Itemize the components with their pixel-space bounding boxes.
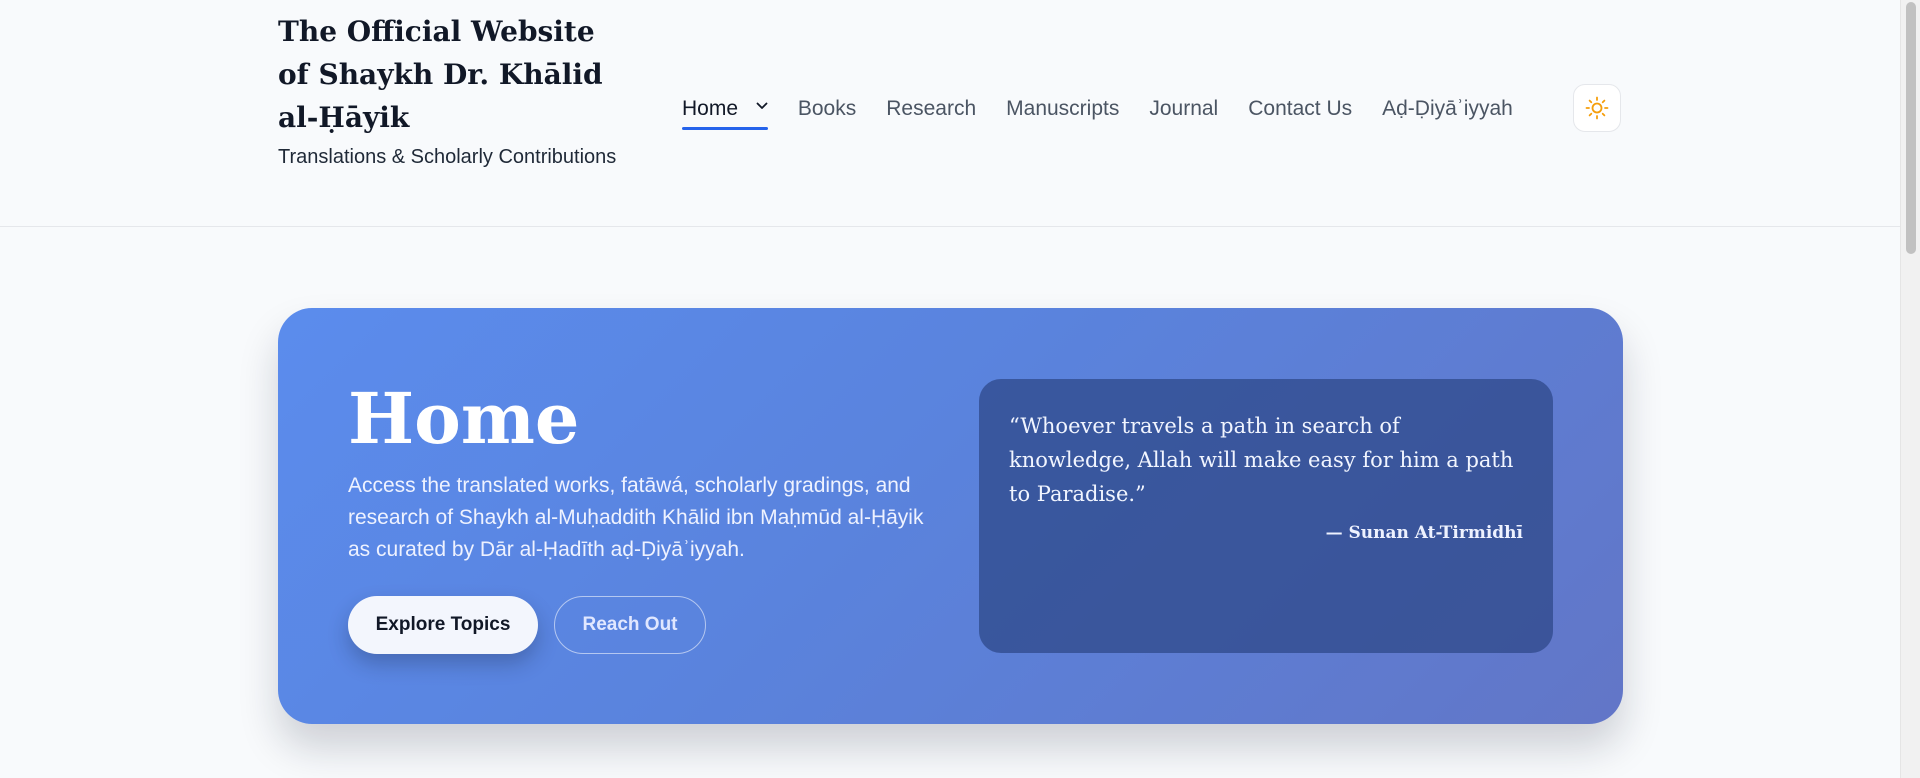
brand[interactable]: The Official Website of Shaykh Dr. Khāli…	[278, 10, 618, 173]
quote-text: “Whoever travels a path in search of kno…	[1009, 414, 1514, 506]
nav-item-ad-diyaiyyah[interactable]: Aḍ-Ḍiyāʾiyyah	[1382, 88, 1513, 142]
explore-topics-button[interactable]: Explore Topics	[348, 596, 538, 654]
nav-item-label: Manuscripts	[1006, 97, 1120, 120]
quote-source: — Sunan At-Tirmidhī	[1325, 523, 1523, 543]
nav-item-label: Journal	[1149, 97, 1219, 120]
page-scrollbar[interactable]	[1900, 0, 1920, 778]
scrollbar-thumb[interactable]	[1906, 2, 1916, 254]
nav-item-manuscripts[interactable]: Manuscripts	[1006, 88, 1119, 142]
site-header: The Official Website of Shaykh Dr. Khāli…	[0, 0, 1900, 227]
site-title[interactable]: The Official Website of Shaykh Dr. Khāli…	[278, 10, 618, 139]
hero-title: Home	[348, 377, 580, 460]
page: The Official Website of Shaykh Dr. Khāli…	[0, 0, 1920, 778]
nav-item-research[interactable]: Research	[886, 88, 976, 142]
nav-item-label: Aḍ-Ḍiyāʾiyyah	[1382, 97, 1513, 120]
nav-item-journal[interactable]: Journal	[1149, 88, 1218, 142]
hero-description: Access the translated works, fatāwá, sch…	[348, 474, 924, 561]
nav-item-label: Contact Us	[1248, 97, 1353, 120]
nav-item-label: Books	[797, 97, 857, 120]
nav-item-label: Home	[682, 97, 739, 120]
chevron-down-icon[interactable]	[756, 100, 768, 112]
nav-item-contact-us[interactable]: Contact Us	[1248, 88, 1352, 142]
sun-icon	[1585, 96, 1609, 120]
site-subtitle: Translations & Scholarly Contributions	[278, 146, 617, 168]
nav-item-books[interactable]: Books	[798, 88, 856, 142]
hero-section: Home Access the translated works, fatāwá…	[278, 308, 1623, 724]
theme-toggle-button[interactable]	[1573, 84, 1621, 132]
nav-item-home[interactable]: Home	[682, 88, 768, 142]
nav-item-label: Research	[886, 97, 977, 120]
main-nav: Home Books Research Manuscripts Journal …	[682, 88, 1543, 144]
reach-out-button[interactable]: Reach Out	[554, 596, 706, 654]
quote-card: “Whoever travels a path in search of kno…	[979, 379, 1553, 653]
